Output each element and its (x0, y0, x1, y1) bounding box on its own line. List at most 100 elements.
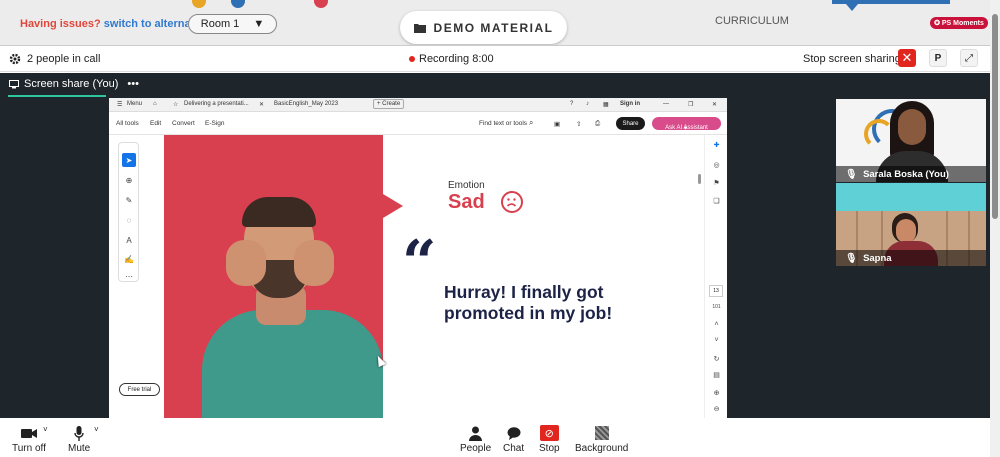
search-icon[interactable]: ⌕ (529, 118, 533, 128)
share-link-icon[interactable]: ◎ (711, 159, 722, 170)
stop-sharing-button[interactable]: ✕ (898, 49, 916, 67)
page-total: 101 (712, 303, 721, 310)
lasso-tool-icon[interactable]: ◌ (122, 213, 136, 227)
top-bar: Having issues? switch to alternate room … (0, 0, 990, 45)
call-header: 2 people in call Recording 8:00 Stop scr… (0, 46, 990, 72)
person-icon (469, 423, 483, 443)
call-window: 2 people in call Recording 8:00 Stop scr… (0, 45, 990, 457)
apps-icon[interactable]: ▦ (603, 101, 609, 108)
mute-label: Mute (68, 443, 91, 454)
refresh-icon[interactable]: ↻ (711, 353, 722, 364)
chevron-up-icon[interactable]: ˄ (711, 319, 722, 330)
screen-share-stage: Screen share (You) ••• ☰ Menu ⌂ ☆ Delive… (0, 73, 990, 418)
print-icon[interactable]: ⎙ (595, 120, 600, 128)
menu-label[interactable]: Menu (127, 101, 142, 107)
esign-menu[interactable]: E-Sign (205, 120, 225, 127)
select-tool-icon[interactable]: ➤ (122, 153, 136, 167)
mic-options-icon[interactable]: ˅ (94, 425, 99, 434)
page-scrollbar-thumb[interactable] (992, 14, 998, 219)
room-select[interactable]: Room 1 ▼ (188, 14, 277, 34)
quote-mark-icon: “ (402, 228, 437, 298)
mic-icon: 🎙 (845, 168, 858, 180)
save-icon[interactable]: ▣ (554, 120, 560, 128)
stop-share-button[interactable]: ⊘ Stop (539, 423, 560, 454)
all-tools-menu[interactable]: All tools (116, 120, 139, 127)
star-icon[interactable]: ☆ (173, 101, 178, 108)
camera-options-icon[interactable]: ˅ (43, 425, 48, 434)
edit-menu[interactable]: Edit (150, 120, 161, 127)
emotion-value: Sad (448, 191, 485, 213)
tab-basicenglish[interactable]: BasicEnglish_May 2023 (274, 101, 338, 107)
recording-label: Recording 8:00 (419, 53, 494, 65)
demo-material-button[interactable]: DEMO MATERIAL (400, 11, 567, 44)
ps-moments-badge[interactable]: ✪ PS Moments (930, 17, 988, 29)
minimize-icon[interactable]: — (663, 101, 669, 107)
participant-face (896, 219, 916, 243)
more-tools-icon[interactable]: ⋯ (122, 269, 136, 283)
acrobat-toolbar: All tools Edit Convert E-Sign Find text … (109, 112, 727, 135)
camera-button[interactable]: Turn off (12, 423, 46, 454)
pages-icon[interactable]: ❏ (711, 195, 722, 206)
zoom-tool-icon[interactable]: ⊕ (122, 173, 136, 187)
close-tab-icon[interactable]: ✕ (259, 101, 264, 108)
screen-share-icon (9, 79, 19, 88)
stage-title-label: Screen share (You) (24, 78, 119, 90)
pdf-scroll-thumb[interactable] (698, 174, 701, 184)
recording-indicator: Recording 8:00 (409, 53, 494, 65)
sign-in-link[interactable]: Sign in (620, 101, 640, 107)
bookmark-icon[interactable]: ⚑ (711, 177, 722, 188)
maximize-icon[interactable]: ❐ (688, 101, 693, 108)
acrobat-right-rail: ✚ ◎ ⚑ ❏ 13 101 ˄ ˅ ↻ ▤ ⊕ ⊖ (704, 135, 727, 418)
ai-assistant-button[interactable]: ✦ Ask AI Assistant (652, 117, 721, 132)
more-icon[interactable]: ••• (127, 78, 139, 90)
bell-icon[interactable]: ♪ (586, 101, 589, 107)
create-button[interactable]: + Create (373, 99, 405, 109)
stop-label: Stop (539, 443, 560, 454)
participant-tile[interactable]: 🎙 Sarala Boska (You) (836, 99, 986, 182)
convert-menu[interactable]: Convert (172, 120, 195, 127)
chevron-down-icon[interactable]: ˅ (711, 335, 722, 346)
caret-down-icon: ▼ (253, 18, 265, 30)
find-tools-input[interactable]: Find text or tools (479, 120, 527, 127)
participant-name-bar: 🎙 Sarala Boska (You) (836, 166, 986, 182)
shared-screen: ☰ Menu ⌂ ☆ Delivering a presentati... ✕ … (109, 98, 727, 418)
room-value: Room 1 (200, 18, 240, 30)
upload-icon[interactable]: ⇧ (576, 120, 581, 128)
stop-sharing-label: Stop screen sharing (803, 53, 901, 65)
tab-document[interactable]: Delivering a presentati... (184, 101, 249, 107)
man-hand (226, 240, 266, 286)
home-icon[interactable]: ⌂ (153, 101, 157, 107)
chat-button[interactable]: Chat (503, 423, 524, 454)
pen-tool-icon[interactable]: ✎ (122, 193, 136, 207)
expand-button[interactable]: ⤢ (960, 49, 978, 67)
zoom-in-icon[interactable]: ⊕ (711, 387, 722, 398)
participant-tile[interactable]: 🎙 Sapna (836, 183, 986, 266)
help-icon[interactable]: ? (570, 101, 573, 107)
page-scrollbar[interactable] (990, 0, 1000, 457)
background-button[interactable]: Background (575, 423, 628, 454)
menu-icon[interactable]: ☰ (117, 101, 122, 108)
people-button[interactable]: People (460, 423, 491, 454)
curriculum-tab[interactable]: CURRICULUM (715, 15, 789, 27)
chat-bubble-icon (507, 423, 521, 443)
ai-assistant-label: Ask AI Assistant (665, 125, 708, 131)
decor-arc (192, 0, 206, 8)
gear-icon[interactable] (9, 53, 21, 65)
page-current[interactable]: 13 (709, 285, 723, 297)
page-fit-icon[interactable]: ▤ (711, 369, 722, 380)
pdf-slide: Emotion Sad “ Hurray! I finally got prom… (164, 135, 704, 418)
stamp-tool-icon[interactable]: ✍ (122, 252, 136, 266)
comment-icon[interactable]: ✚ (711, 139, 722, 150)
emotion-label: Emotion (448, 180, 485, 191)
mic-icon: 🎙 (845, 252, 858, 264)
man-hand (294, 240, 334, 286)
close-window-icon[interactable]: ✕ (712, 101, 717, 108)
zoom-out-icon[interactable]: ⊖ (711, 403, 722, 414)
stage-title: Screen share (You) ••• (9, 78, 139, 90)
mute-button[interactable]: Mute (68, 423, 90, 454)
share-button[interactable]: Share (616, 117, 645, 130)
expand-icon: ⤢ (965, 52, 973, 64)
text-tool-icon[interactable]: A (122, 233, 136, 247)
free-trial-button[interactable]: Free trial (119, 383, 160, 396)
p-button[interactable]: P (929, 49, 947, 67)
